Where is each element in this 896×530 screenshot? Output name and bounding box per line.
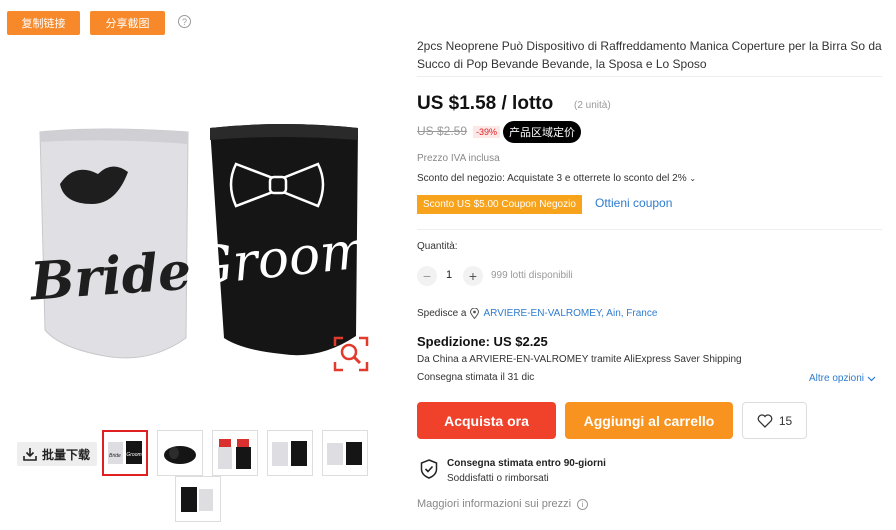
more-price-info-label: Maggiori informazioni sui prezzi [417,498,572,510]
ship-to-location[interactable]: ARVIERE-EN-VALROMEY, Ain, France [483,308,657,319]
thumbnail-1-left-text: Bride [109,453,121,459]
download-icon [23,448,37,461]
divider [417,229,882,230]
get-coupon-link[interactable]: Ottieni coupon [595,196,672,210]
vat-note: Prezzo IVA inclusa [417,153,500,164]
regional-pricing-badge[interactable]: 产品区域定价 [503,121,581,143]
chevron-down-icon [867,376,876,381]
image-search-icon[interactable] [333,336,369,372]
shipping-cost: Spedizione: US $2.25 [417,334,548,349]
share-screenshot-button[interactable]: 分享截图 [90,11,165,35]
thumbnail-3[interactable] [212,430,258,476]
thumbnail-2[interactable] [157,430,203,476]
add-to-cart-button[interactable]: Aggiungi al carrello [565,402,733,439]
chevron-down-icon: ⌄ [689,174,697,183]
product-title: 2pcs Neoprene Può Dispositivo di Raffred… [417,39,882,71]
product-price: US $1.58 / lotto [417,93,554,114]
divider [417,76,882,77]
thumbnail-1[interactable]: Bride Groom [102,430,148,476]
ship-to[interactable]: Spedisce a ARVIERE-EN-VALROMEY, Ain, Fra… [417,308,657,319]
groom-cozy: Groom [188,124,372,356]
quantity-label: Quantità: [417,241,458,252]
thumbnail-4[interactable] [267,430,313,476]
heart-icon [757,413,773,428]
copy-link-button[interactable]: 复制链接 [7,11,80,35]
guarantee-subtitle: Soddisfatti o rimborsati [447,473,549,484]
more-price-info[interactable]: Maggiori informazioni sui prezzi i [417,498,589,510]
original-price: US $2.59 [417,124,468,138]
store-discount[interactable]: Sconto del negozio: Acquistate 3 e otter… [417,173,696,184]
info-icon: i [577,498,589,510]
help-icon[interactable]: ? [178,15,191,28]
bride-cozy: Bride [27,128,193,359]
store-discount-text: Sconto del negozio: Acquistate 3 e otter… [417,173,687,184]
guarantee-title: Consegna stimata entro 90-giorni [447,458,606,469]
batch-download-label: 批量下载 [42,447,91,462]
thumbnail-6[interactable] [175,476,221,522]
location-pin-icon [470,308,480,319]
estimated-delivery: Consegna stimata il 31 dic [417,372,535,383]
quantity-decrease-button[interactable]: − [417,266,437,286]
quantity-value[interactable]: 1 [446,269,452,281]
shipping-detail: Da China a ARVIERE-EN-VALROMEY tramite A… [417,354,742,365]
thumbnail-1-right-text: Groom [126,452,141,458]
bride-cozy-text: Bride [27,241,193,313]
more-shipping-options-link[interactable]: Altre opzioni [809,373,876,384]
shield-check-icon [420,459,438,479]
batch-download-button[interactable]: 批量下载 [17,442,97,466]
available-stock: 999 lotti disponibili [491,270,573,281]
wishlist-count: 15 [778,413,793,428]
quantity-increase-button[interactable]: + [463,266,483,286]
price-units: (2 unità) [574,100,611,111]
buy-now-button[interactable]: Acquista ora [417,402,556,439]
wishlist-button[interactable]: 15 [742,402,807,439]
ship-to-label: Spedisce a [417,308,467,319]
more-options-label: Altre opzioni [809,373,865,384]
discount-badge: -39% [473,126,501,138]
thumbnail-5[interactable] [322,430,368,476]
store-coupon-tag: Sconto US $5.00 Coupon Negozio [417,195,582,214]
